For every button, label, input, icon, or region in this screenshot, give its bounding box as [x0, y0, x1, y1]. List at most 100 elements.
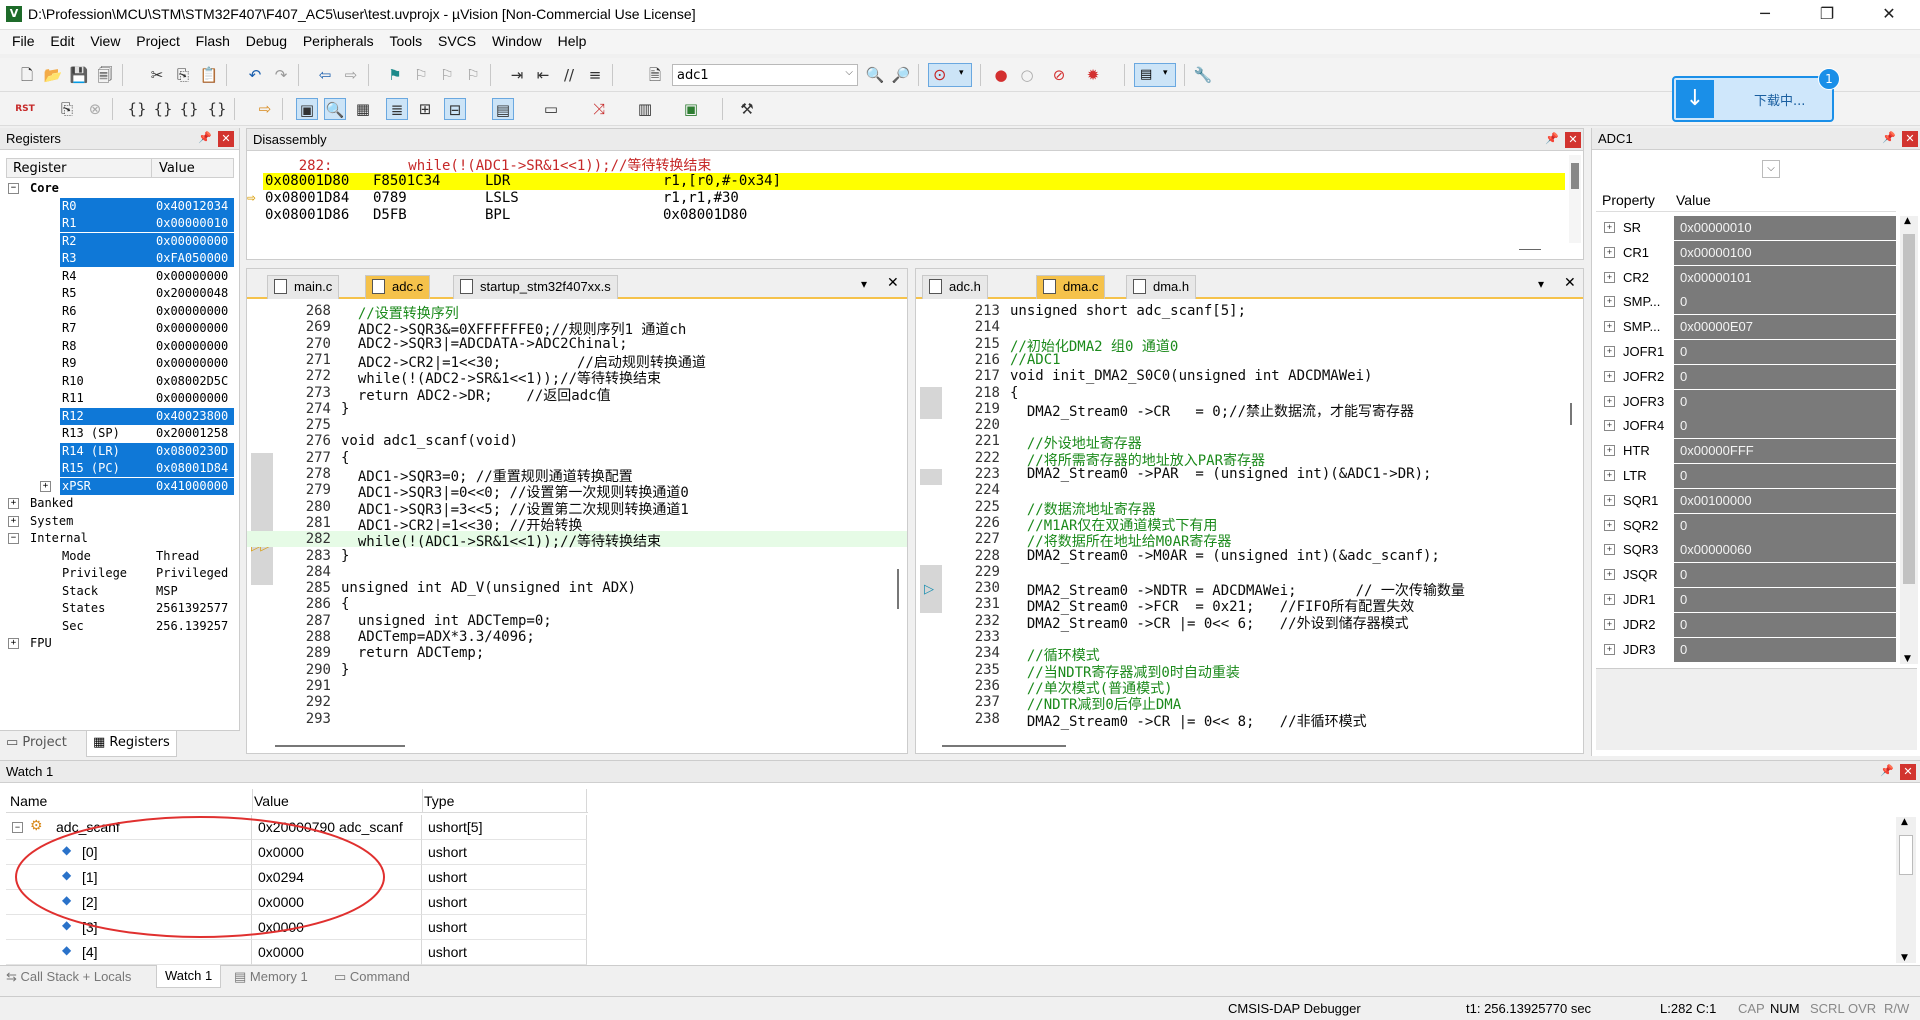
menu-help[interactable]: Help [552, 30, 593, 49]
code-line[interactable]: 278 ADC1->SQR3=0; //重置规则通道转换配置 [247, 466, 907, 485]
editor-left-scrollbar[interactable] [897, 569, 899, 609]
scroll-up-icon[interactable]: ▲ [1901, 817, 1908, 827]
register-row[interactable]: Sec 256.139257 [6, 618, 234, 636]
system-viewer-icon[interactable]: ▣ [680, 98, 702, 120]
expand-icon[interactable]: + [1604, 370, 1615, 382]
new-file-icon[interactable]: 🗋 [16, 64, 38, 86]
register-row[interactable]: + System [6, 513, 234, 531]
expand-icon[interactable]: + [8, 638, 19, 649]
watch-scrollbar[interactable]: ▲ ▼ [1896, 817, 1916, 963]
code-line[interactable]: 275 [247, 417, 907, 433]
code-line[interactable]: 268 //设置转换序列 [247, 303, 907, 322]
code-line[interactable]: 228 DMA2_Stream0 ->M0AR = (unsigned int)… [916, 548, 1583, 564]
tab-memory-1[interactable]: ▤ Memory 1 [234, 969, 308, 985]
column-register[interactable]: Register [13, 161, 67, 176]
watch-row[interactable]: ◆ [4] 0x0000 ushort [6, 940, 588, 965]
prev-bookmark-icon[interactable]: ⚐ [410, 64, 432, 86]
register-row[interactable]: R8 0x00000000 [6, 338, 234, 356]
memory-window-icon[interactable]: ▤ [492, 98, 514, 120]
expand-icon[interactable]: + [1604, 445, 1615, 457]
code-line[interactable]: 280 ADC1->SQR3|=3<<5; //设置第二次规则转换通道1 [247, 499, 907, 518]
code-line[interactable]: 270 ADC2->SQR3|=ADCDATA->ADC2Chinal; [247, 336, 907, 352]
code-line[interactable]: 285 unsigned int AD_V(unsigned int ADX) [247, 580, 907, 596]
code-line[interactable]: 213 unsigned short adc_scanf[5]; [916, 303, 1583, 319]
code-line[interactable]: 220 [916, 417, 1583, 433]
column-value[interactable]: Value [1676, 192, 1711, 208]
code-line[interactable]: 214 [916, 319, 1583, 335]
navigate-forward-icon[interactable]: ⇨ [340, 64, 362, 86]
register-row[interactable]: R3 0xFA050000 [6, 250, 234, 268]
editor-left-code[interactable]: 268 //设置转换序列 269 ADC2->SQR3&=0XFFFFFFE0;/… [247, 303, 907, 733]
register-row[interactable]: R4 0x00000000 [6, 268, 234, 286]
column-name[interactable]: Name [10, 793, 47, 809]
expand-icon[interactable]: + [1604, 544, 1615, 556]
adc1-register-row[interactable]: + SR 0x00000010 [1596, 216, 1896, 241]
debug-session-button[interactable]: ⊙ ▾ [928, 63, 972, 87]
window-layout-button[interactable]: ▤ ▾ [1134, 63, 1176, 87]
tab-adc-c[interactable]: adc.c [365, 275, 431, 299]
collapse-icon[interactable]: − [8, 533, 19, 544]
expand-icon[interactable]: + [1604, 296, 1615, 308]
close-editor-icon[interactable]: ✕ [1564, 275, 1576, 291]
code-line[interactable]: 269 ADC2->SQR3&=0XFFFFFFE0;//规则序列1 通道ch [247, 319, 907, 338]
comment-icon[interactable]: // [558, 64, 580, 86]
code-line[interactable]: 282 while(!(ADC1->SR&1<<1));//等待转换结束 [247, 531, 907, 550]
adc1-register-row[interactable]: + JDR2 0 [1596, 612, 1896, 638]
expand-icon[interactable]: + [1604, 321, 1615, 333]
register-row[interactable]: Stack MSP [6, 583, 234, 601]
register-row[interactable]: R0 0x40012034 [6, 197, 234, 216]
serial-window-icon[interactable]: ▭ [540, 98, 562, 120]
call-stack-window-icon[interactable]: ⊞ [414, 98, 436, 120]
collapse-icon[interactable]: − [8, 183, 19, 194]
tab-dma-c[interactable]: dma.c [1036, 275, 1106, 299]
adc1-register-row[interactable]: + JOFR2 0 [1596, 364, 1896, 390]
register-row[interactable]: R10 0x08002D5C [6, 373, 234, 391]
adc1-register-row[interactable]: + JDR3 0 [1596, 637, 1896, 663]
register-row[interactable]: R11 0x00000000 [6, 390, 234, 408]
adc1-register-row[interactable]: + SMP... 0 [1596, 290, 1896, 316]
editor-right-hscrollbar[interactable] [942, 745, 1066, 747]
breakpoint-disable-all-icon[interactable]: ⊘ [1048, 64, 1070, 86]
watch-value[interactable]: 0x0000 [258, 944, 304, 960]
adc1-register-row[interactable]: + JDR1 0 [1596, 588, 1896, 613]
bookmark-icon[interactable]: ⚑ [384, 64, 406, 86]
disasm-scrollbar[interactable] [1569, 155, 1581, 243]
register-row[interactable]: + xPSR 0x41000000 [6, 477, 234, 496]
indent-icon[interactable]: ⇥ [506, 64, 528, 86]
undo-icon[interactable]: ↶ [244, 64, 266, 86]
chevron-down-icon[interactable]: ⌵ [1762, 160, 1780, 178]
code-line[interactable]: 231 DMA2_Stream0 ->FCR = 0x21; //FIFO所有配… [916, 596, 1583, 615]
breakpoint-insert-icon[interactable]: ● [990, 64, 1012, 86]
adc1-register-row[interactable]: + SMP... 0x00000E07 [1596, 315, 1896, 340]
expand-icon[interactable]: + [1604, 643, 1615, 655]
toolbox-icon[interactable]: ⚒ [736, 98, 758, 120]
code-line[interactable]: 236 //单次模式(普通模式) [916, 678, 1583, 697]
code-line[interactable]: 227 //将数据所在地址给M0AR寄存器 [916, 531, 1583, 550]
register-row[interactable]: States 2561392577 [6, 600, 234, 618]
menu-file[interactable]: File [6, 30, 41, 49]
breakpoint-disable-icon[interactable]: ○ [1016, 64, 1038, 86]
register-row[interactable]: R15 (PC) 0x08001D84 [6, 460, 234, 478]
editor-right-code[interactable]: 213 unsigned short adc_scanf[5]; 214 215//初… [916, 303, 1583, 733]
register-row[interactable]: R14 (LR) 0x0800230D [6, 442, 234, 461]
code-line[interactable]: 287 unsigned int ADCTemp=0; [247, 613, 907, 629]
register-row[interactable]: R2 0x00000000 [6, 232, 234, 251]
step-out-icon[interactable]: {} [178, 98, 200, 120]
pin-icon[interactable]: 📌 [1545, 132, 1559, 145]
expand-icon[interactable]: + [1604, 420, 1615, 432]
register-row[interactable]: R7 0x00000000 [6, 320, 234, 338]
code-line[interactable]: 286 { [247, 596, 907, 612]
find-in-files-icon[interactable]: 🗎 [644, 64, 666, 86]
pin-icon[interactable]: 📌 [1882, 131, 1896, 144]
download-progress-popup[interactable]: ↓ 下载中... 1 [1672, 68, 1840, 122]
expand-icon[interactable]: + [8, 498, 19, 509]
code-line[interactable]: 230 DMA2_Stream0 ->NDTR = ADCDMAWei; // … [916, 580, 1583, 599]
tab-project[interactable]: ▭ Project [6, 735, 67, 750]
code-line[interactable]: 237 //NDTR减到0后停止DMA [916, 694, 1583, 713]
code-line[interactable]: 284 [247, 564, 907, 580]
code-line[interactable]: 216 //ADC1 [916, 352, 1583, 368]
code-line[interactable]: 276 void adc1_scanf(void) [247, 433, 907, 449]
target-combobox[interactable]: adc1 ⌵ [672, 64, 858, 86]
tabs-dropdown-icon[interactable]: ▾ [1538, 277, 1544, 291]
expand-icon[interactable]: + [40, 480, 51, 492]
